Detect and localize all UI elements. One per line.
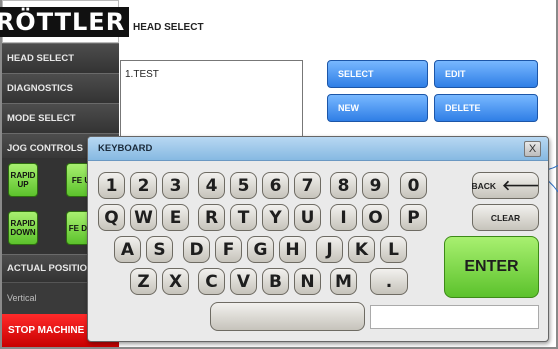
key-p[interactable]: P	[400, 204, 427, 231]
key-f[interactable]: F	[215, 236, 242, 263]
key-7[interactable]: 7	[294, 172, 321, 199]
key-0[interactable]: 0	[400, 172, 427, 199]
key-k[interactable]: K	[348, 236, 375, 263]
select-button[interactable]: SELECT	[327, 60, 428, 88]
keyboard-title: KEYBOARD	[88, 137, 548, 161]
delete-button[interactable]: DELETE	[434, 94, 538, 122]
key-i[interactable]: I	[330, 204, 357, 231]
key-a[interactable]: A	[114, 236, 141, 263]
new-button[interactable]: NEW	[327, 94, 428, 122]
key-r[interactable]: R	[198, 204, 225, 231]
close-icon[interactable]: X	[524, 141, 541, 157]
key-b[interactable]: B	[262, 268, 289, 295]
key-h[interactable]: H	[279, 236, 306, 263]
key-y[interactable]: Y	[262, 204, 289, 231]
key-z[interactable]: Z	[130, 268, 157, 295]
key-1[interactable]: 1	[98, 172, 125, 199]
logo-box: RÖTTLER	[0, 0, 130, 43]
key-8[interactable]: 8	[330, 172, 357, 199]
enter-button[interactable]: ENTER	[444, 236, 539, 298]
sidebar-item-head-select[interactable]: HEAD SELECT	[2, 43, 119, 73]
key-2[interactable]: 2	[130, 172, 157, 199]
key-s[interactable]: S	[146, 236, 173, 263]
edit-button[interactable]: EDIT	[434, 60, 538, 88]
key-d[interactable]: D	[183, 236, 210, 263]
key-4[interactable]: 4	[198, 172, 225, 199]
key-v[interactable]: V	[230, 268, 257, 295]
rapid-up-button[interactable]: RAPID UP	[8, 163, 38, 197]
page-title: HEAD SELECT	[133, 22, 204, 33]
sidebar-item-diagnostics[interactable]: DIAGNOSTICS	[2, 73, 119, 103]
key-e[interactable]: E	[162, 204, 189, 231]
clear-button[interactable]: CLEAR	[472, 204, 539, 231]
sidebar-item-mode-select[interactable]: MODE SELECT	[2, 103, 119, 133]
key-q[interactable]: Q	[98, 204, 125, 231]
key-9[interactable]: 9	[362, 172, 389, 199]
back-button[interactable]: BACK 🡐	[471, 172, 540, 199]
back-arrow-icon: 🡐	[502, 177, 540, 193]
key-5[interactable]: 5	[230, 172, 257, 199]
key-g[interactable]: G	[247, 236, 274, 263]
rapid-down-button[interactable]: RAPID DOWN	[8, 211, 38, 245]
space-bar[interactable]	[210, 302, 365, 331]
keyboard-input-field[interactable]	[370, 305, 539, 329]
key-6[interactable]: 6	[262, 172, 289, 199]
app-window: RÖTTLER HEAD SELECT DIAGNOSTICS MODE SEL…	[0, 0, 558, 349]
key-t[interactable]: T	[230, 204, 257, 231]
key-j[interactable]: J	[316, 236, 343, 263]
key-u[interactable]: U	[294, 204, 321, 231]
key-w[interactable]: W	[130, 204, 157, 231]
key-m[interactable]: M	[330, 268, 357, 295]
back-label: BACK	[471, 180, 497, 191]
key-l[interactable]: L	[380, 236, 407, 263]
key-period[interactable]: .	[370, 268, 408, 295]
rottler-logo: RÖTTLER	[0, 6, 130, 37]
key-n[interactable]: N	[294, 268, 321, 295]
key-x[interactable]: X	[162, 268, 189, 295]
key-3[interactable]: 3	[162, 172, 189, 199]
key-c[interactable]: C	[198, 268, 225, 295]
key-o[interactable]: O	[362, 204, 389, 231]
keyboard-dialog: KEYBOARD X 1 2 3 4 5 6 7 8 9 0 BACK 🡐 Q …	[87, 136, 549, 342]
list-item[interactable]: 1.TEST	[125, 69, 159, 80]
